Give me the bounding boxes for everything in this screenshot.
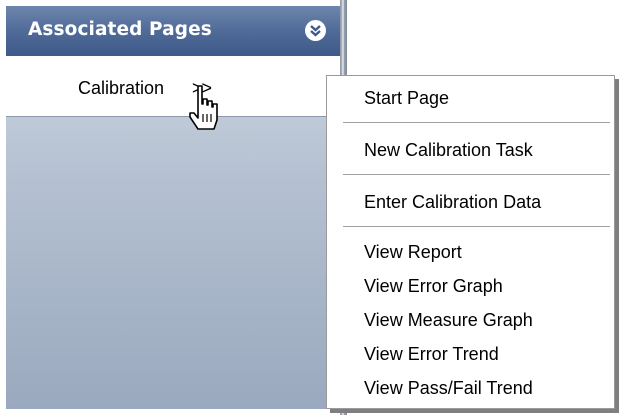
double-chevron-down-icon: [310, 25, 321, 37]
menu-separator: [343, 174, 610, 178]
menu-item-view-measure-graph[interactable]: View Measure Graph: [364, 310, 533, 331]
panel-header: Associated Pages: [6, 6, 340, 56]
menu-separator: [343, 122, 610, 126]
panel-title: Associated Pages: [28, 19, 212, 40]
calibration-link-row[interactable]: Calibration >>: [6, 56, 340, 117]
menu-item-new-calibration-task[interactable]: New Calibration Task: [364, 140, 533, 161]
calibration-context-menu: Start Page New Calibration Task Enter Ca…: [326, 75, 615, 409]
menu-item-view-report[interactable]: View Report: [364, 242, 462, 263]
menu-item-start-page[interactable]: Start Page: [364, 88, 449, 109]
collapse-button[interactable]: [305, 20, 326, 41]
menu-item-view-error-graph[interactable]: View Error Graph: [364, 276, 503, 297]
calibration-link[interactable]: Calibration: [78, 78, 164, 99]
hand-pointer-icon: [189, 85, 218, 130]
menu-item-enter-calibration-data[interactable]: Enter Calibration Data: [364, 192, 541, 213]
associated-pages-panel: Associated Pages Calibration >>: [6, 6, 340, 409]
menu-item-view-pass-fail-trend[interactable]: View Pass/Fail Trend: [364, 378, 533, 399]
menu-separator: [343, 226, 610, 230]
menu-item-view-error-trend[interactable]: View Error Trend: [364, 344, 499, 365]
